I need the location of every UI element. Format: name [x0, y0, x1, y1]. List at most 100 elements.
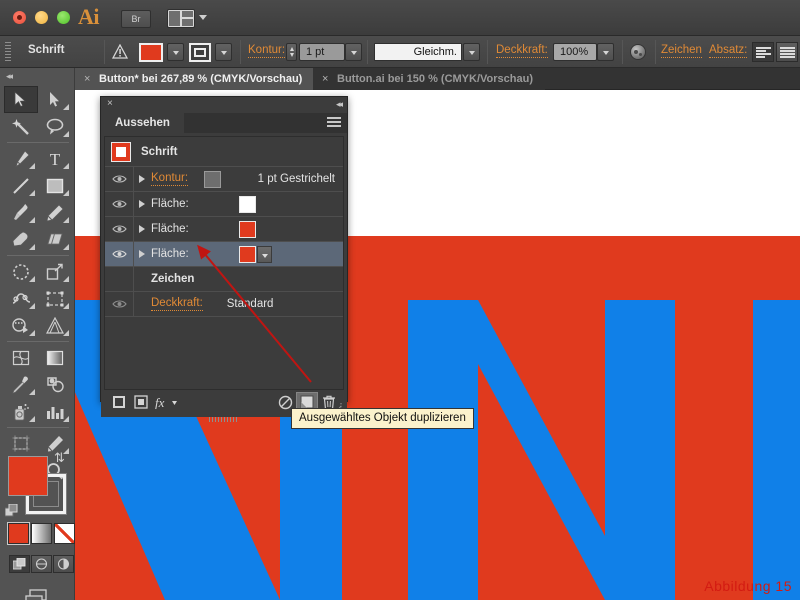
- visibility-toggle[interactable]: [105, 249, 133, 259]
- close-tab-icon[interactable]: ×: [84, 68, 90, 90]
- align-left-button[interactable]: [752, 42, 774, 62]
- arrange-documents-icon[interactable]: [167, 9, 195, 28]
- mesh-tool[interactable]: [4, 344, 38, 371]
- shape-builder-tool[interactable]: [4, 312, 38, 339]
- close-tab-icon[interactable]: ×: [322, 68, 328, 90]
- minimize-window-button[interactable]: [35, 11, 48, 24]
- appearance-row-characters[interactable]: Zeichen: [105, 267, 343, 292]
- paragraph-panel-link[interactable]: Absatz:: [709, 44, 748, 58]
- fill-swatch[interactable]: [239, 195, 256, 213]
- warning-icon[interactable]: [112, 44, 128, 59]
- eraser-tool[interactable]: [38, 226, 72, 253]
- stroke-weight-input[interactable]: 1 pt: [299, 43, 345, 61]
- draw-inside-button[interactable]: [53, 555, 74, 573]
- add-new-effect-button[interactable]: fx: [152, 392, 180, 412]
- visibility-toggle[interactable]: [105, 299, 133, 309]
- appearance-row-stroke[interactable]: Kontur: 1 pt Gestrichelt: [105, 167, 343, 192]
- gradient-tool[interactable]: [38, 344, 72, 371]
- visibility-toggle[interactable]: [105, 224, 133, 234]
- opacity-label[interactable]: Deckkraft:: [496, 44, 548, 58]
- default-fill-stroke-icon[interactable]: [5, 504, 18, 517]
- tab-aussehen[interactable]: Aussehen: [101, 113, 184, 133]
- draw-normal-button[interactable]: [9, 555, 30, 573]
- appearance-panel[interactable]: × ◂◂ Aussehen Schrift Kontur: 1 pt Gestr…: [100, 96, 348, 422]
- swap-fill-stroke-icon[interactable]: ⇅: [54, 450, 65, 466]
- stroke-color-swatch[interactable]: [189, 43, 211, 62]
- close-panel-icon[interactable]: ×: [107, 98, 113, 109]
- stroke-swatch[interactable]: [204, 170, 222, 188]
- arrange-documents-chevron-down-icon[interactable]: [199, 15, 207, 20]
- rectangle-tool[interactable]: [38, 172, 72, 199]
- appearance-object-row[interactable]: Schrift: [105, 137, 343, 167]
- selection-tool[interactable]: [4, 86, 38, 113]
- appearance-row-fill-1[interactable]: Fläche:: [105, 192, 343, 217]
- fill-proxy-swatch[interactable]: [8, 456, 48, 496]
- paintbrush-tool[interactable]: [4, 199, 38, 226]
- visibility-toggle[interactable]: [105, 199, 133, 209]
- perspective-grid-tool[interactable]: [38, 312, 72, 339]
- expand-arrow[interactable]: [133, 250, 151, 258]
- appearance-row-opacity[interactable]: Deckkraft: Standard: [105, 292, 343, 317]
- blend-tool[interactable]: [38, 371, 72, 398]
- fill-swatch[interactable]: [239, 220, 256, 238]
- zoom-window-button[interactable]: [57, 11, 70, 24]
- free-transform-tool[interactable]: [38, 285, 72, 312]
- none-fill-button[interactable]: [54, 523, 75, 544]
- blob-brush-tool[interactable]: [4, 226, 38, 253]
- add-new-fill-button[interactable]: [130, 392, 152, 412]
- expand-arrow[interactable]: [133, 175, 151, 183]
- stroke-weight-label[interactable]: Kontur:: [248, 44, 286, 58]
- pencil-tool[interactable]: [38, 199, 72, 226]
- visibility-toggle[interactable]: [105, 174, 133, 184]
- character-panel-link[interactable]: Zeichen: [661, 44, 702, 58]
- type-tool[interactable]: T: [38, 145, 72, 172]
- control-bar-grip[interactable]: [5, 42, 11, 62]
- document-tab-active[interactable]: × Button* bei 267,89 % (CMYK/Vorschau): [75, 68, 315, 90]
- stroke-profile-dropdown[interactable]: [463, 43, 480, 61]
- align-justify-button[interactable]: [776, 42, 798, 62]
- tools-panel-collapse-icon[interactable]: ◂◂: [6, 71, 13, 82]
- appearance-row-label[interactable]: Kontur:: [151, 172, 189, 186]
- stroke-weight-stepper[interactable]: [286, 43, 297, 61]
- close-window-button[interactable]: [13, 11, 26, 24]
- eyedropper-tool[interactable]: [4, 371, 38, 398]
- fill-swatch-chevron-down-icon[interactable]: [257, 245, 272, 263]
- panel-menu-icon[interactable]: [327, 117, 341, 128]
- scale-tool[interactable]: [38, 258, 72, 285]
- collapse-panel-icon[interactable]: ◂◂: [336, 99, 343, 110]
- column-graph-tool[interactable]: [38, 398, 72, 425]
- appearance-row-fill-2[interactable]: Fläche:: [105, 217, 343, 242]
- lasso-tool[interactable]: [38, 113, 72, 140]
- appearance-row-label: Fläche:: [151, 248, 189, 260]
- stroke-profile-select[interactable]: Gleichm.: [374, 43, 462, 61]
- draw-behind-button[interactable]: [31, 555, 52, 573]
- transparency-panel-icon[interactable]: [630, 44, 646, 60]
- rotate-tool[interactable]: [4, 258, 38, 285]
- appearance-list[interactable]: Schrift Kontur: 1 pt Gestrichelt Fläche:…: [104, 136, 344, 390]
- change-screen-mode-icon[interactable]: [23, 588, 53, 600]
- pen-tool[interactable]: [4, 145, 38, 172]
- appearance-row-fill-3-selected[interactable]: Fläche:: [105, 242, 343, 267]
- artboard-tool[interactable]: [4, 430, 38, 457]
- gradient-fill-button[interactable]: [31, 523, 52, 544]
- expand-arrow[interactable]: [133, 225, 151, 233]
- add-new-stroke-button[interactable]: [108, 392, 130, 412]
- appearance-row-label[interactable]: Deckkraft:: [151, 297, 203, 311]
- stroke-weight-dropdown[interactable]: [345, 43, 362, 61]
- fill-color-dropdown[interactable]: [167, 43, 184, 61]
- symbol-sprayer-tool[interactable]: [4, 398, 38, 425]
- stroke-color-dropdown[interactable]: [215, 43, 232, 61]
- document-tab-inactive[interactable]: × Button.ai bei 150 % (CMYK/Vorschau): [313, 68, 545, 90]
- fill-swatch[interactable]: [239, 245, 256, 263]
- width-tool[interactable]: [4, 285, 38, 312]
- expand-arrow[interactable]: [133, 200, 151, 208]
- color-fill-button[interactable]: [7, 522, 30, 545]
- bridge-button[interactable]: Br: [121, 10, 151, 28]
- direct-selection-tool[interactable]: [38, 86, 72, 113]
- line-segment-tool[interactable]: [4, 172, 38, 199]
- fill-color-swatch[interactable]: [139, 43, 163, 62]
- opacity-input[interactable]: 100%: [553, 43, 597, 61]
- panel-resize-grip[interactable]: [209, 417, 239, 422]
- magic-wand-tool[interactable]: [4, 113, 38, 140]
- opacity-dropdown[interactable]: [597, 43, 614, 61]
